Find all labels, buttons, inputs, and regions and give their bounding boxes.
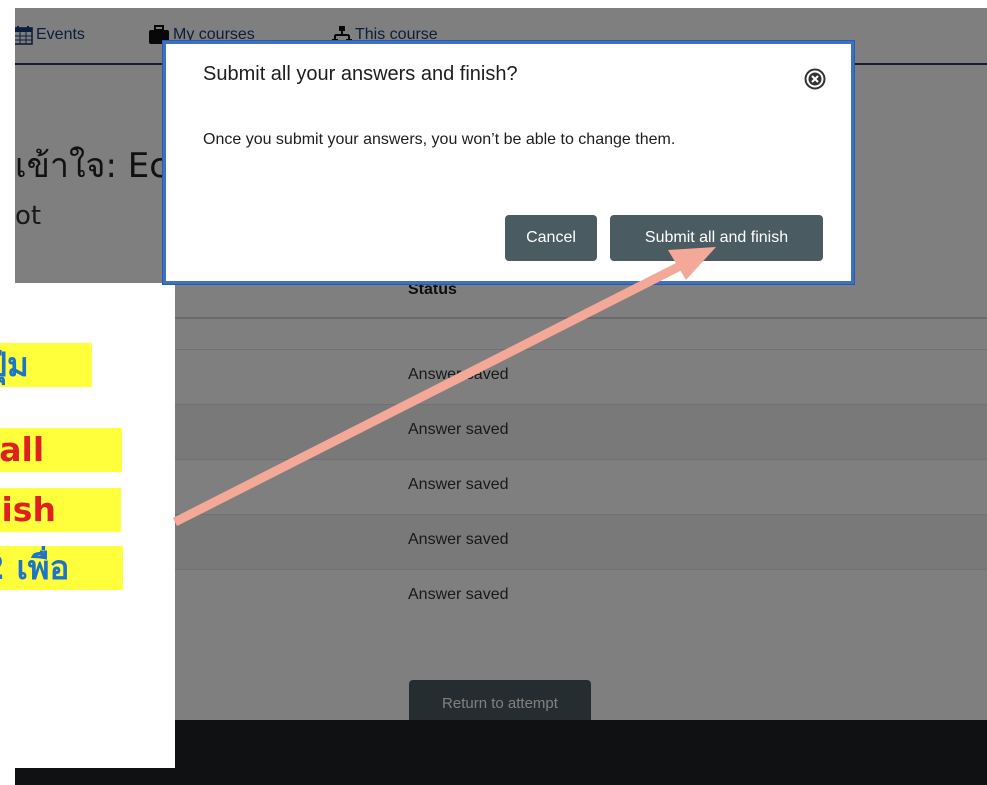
submit-confirm-dialog: Submit all your answers and finish? Once… xyxy=(163,41,854,284)
annotation-line: nish xyxy=(0,488,121,532)
cancel-button[interactable]: Cancel xyxy=(505,215,597,261)
close-icon[interactable] xyxy=(804,68,826,90)
submit-all-and-finish-button[interactable]: Submit all and finish xyxy=(610,215,823,261)
annotation-panel: ปุ่ม t all nish 2 เพื่อ xyxy=(0,283,175,768)
dialog-title: Submit all your answers and finish? xyxy=(203,63,518,85)
annotation-line: ปุ่ม xyxy=(0,343,92,387)
dialog-message: Once you submit your answers, you won’t … xyxy=(203,131,676,148)
annotation-line: 2 เพื่อ xyxy=(0,546,123,590)
annotation-line: t all xyxy=(0,428,122,472)
